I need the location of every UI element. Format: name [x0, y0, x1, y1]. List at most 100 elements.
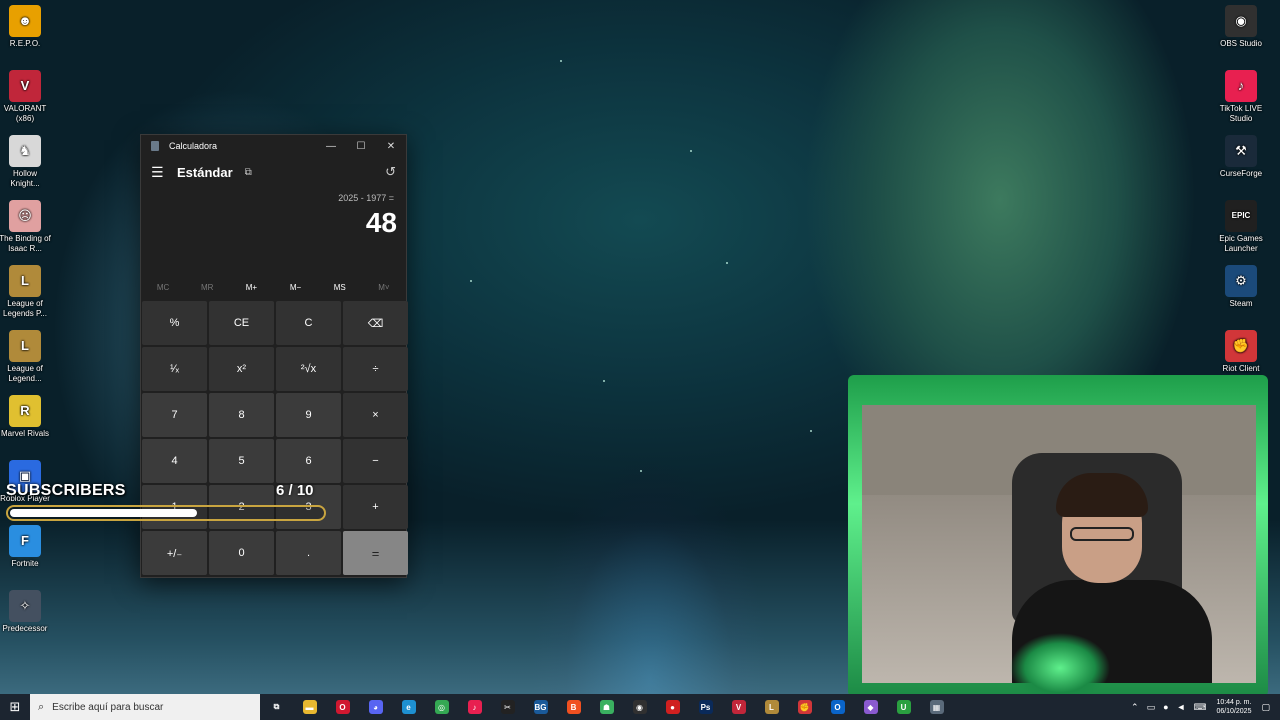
calc-key-button[interactable]: ¹⁄ₓ [142, 347, 207, 391]
calc-key-button[interactable]: ÷ [343, 347, 408, 391]
calculator-mode-title: Estándar [177, 164, 233, 180]
desktop-icon[interactable]: ⚒ CurseForge [1215, 135, 1267, 179]
desktop-icon[interactable]: ♞ Hollow Knight... [0, 135, 51, 189]
calc-key-button[interactable]: ⌫ [343, 301, 408, 345]
record-icon: ● [665, 700, 680, 714]
file-explorer-icon: ▬ [302, 700, 317, 714]
calc-key-button[interactable]: . [276, 531, 341, 575]
taskbar-app-outlook[interactable]: O [821, 694, 854, 720]
league-icon: L [9, 265, 41, 297]
clock[interactable]: 10:44 p. m. 06/10/2025 [1216, 698, 1251, 716]
desktop-icon[interactable]: ☻ R.E.P.O. [0, 5, 51, 49]
desktop-icon[interactable]: F Fortnite [0, 525, 51, 569]
desktop-icon[interactable]: ☹ The Binding of Isaac R... [0, 200, 51, 254]
hamburger-menu-icon[interactable]: ☰ [151, 164, 169, 181]
taskbar-app-tiktok[interactable]: ♪ [458, 694, 491, 720]
desktop-icon[interactable]: V VALORANT (x86) [0, 70, 51, 124]
memory-button[interactable]: MC [143, 283, 183, 292]
chevron-up-icon[interactable]: ⌃ [1131, 702, 1139, 713]
league-icon: L [9, 330, 41, 362]
desktop-icon-label: Predecessor [2, 624, 48, 633]
taskbar-app-copilot[interactable]: ◆ [854, 694, 887, 720]
taskbar-app-file-explorer[interactable]: ▬ [293, 694, 326, 720]
minimize-button[interactable]: — [316, 135, 346, 157]
calc-key-button[interactable]: 8 [209, 393, 274, 437]
notifications-icon[interactable]: ▢ [1261, 702, 1270, 713]
memory-button[interactable]: M+ [231, 283, 271, 292]
taskbar-app-photoshop[interactable]: Ps [689, 694, 722, 720]
calc-key-button[interactable]: x² [209, 347, 274, 391]
taskbar-app-capcut[interactable]: ✂ [491, 694, 524, 720]
desktop-icon[interactable]: L League of Legends P... [0, 265, 51, 319]
taskbar-app-edge[interactable]: e [392, 694, 425, 720]
photoshop-icon: Ps [698, 700, 713, 714]
taskbar-app-upwork[interactable]: U [887, 694, 920, 720]
close-button[interactable]: ✕ [376, 135, 406, 157]
desktop-icon[interactable]: ✧ Predecessor [0, 590, 51, 634]
desktop-icon-label: Riot Client [1222, 364, 1260, 373]
taskbar-app-brave[interactable]: B [557, 694, 590, 720]
calculator-titlebar[interactable]: Calculadora — ☐ ✕ [141, 135, 406, 157]
calc-key-button[interactable]: +/₋ [142, 531, 207, 575]
taskbar-app-android[interactable]: ☗ [590, 694, 623, 720]
desktop-icon[interactable]: EPIC Epic Games Launcher [1215, 200, 1267, 254]
volume-icon[interactable]: ◄ [1177, 702, 1186, 712]
calc-key-button[interactable]: 6 [276, 439, 341, 483]
calc-key-button[interactable]: 4 [142, 439, 207, 483]
taskbar-app-opera[interactable]: O [326, 694, 359, 720]
windows-start-icon[interactable]: ⊞ [0, 694, 30, 720]
marvel-rivals-icon: R [9, 395, 41, 427]
desktop-icon[interactable]: R Marvel Rivals [0, 395, 51, 439]
maximize-button[interactable]: ☐ [346, 135, 376, 157]
valorant-icon: V [731, 700, 746, 714]
discord-icon: ◕ [368, 700, 383, 714]
desktop-icon-label: League of Legends P... [3, 299, 47, 318]
memory-button[interactable]: M− [276, 283, 316, 292]
taskbar-search[interactable]: ⌕ Escribe aquí para buscar [30, 694, 260, 720]
desktop-icon[interactable]: ⚙ Steam [1215, 265, 1267, 309]
network-icon[interactable]: ▭ [1147, 702, 1156, 713]
taskbar-app-chrome[interactable]: ◎ [425, 694, 458, 720]
calc-key-button[interactable]: % [142, 301, 207, 345]
taskbar-app-riot[interactable]: ✊ [788, 694, 821, 720]
calc-key-button[interactable]: ²√x [276, 347, 341, 391]
taskbar-app-valorant[interactable]: V [722, 694, 755, 720]
calc-key-button[interactable]: 5 [209, 439, 274, 483]
hollow-knight-icon: ♞ [9, 135, 41, 167]
calc-key-button[interactable]: = [343, 531, 408, 575]
calc-key-button[interactable]: 9 [276, 393, 341, 437]
subscribers-count: 6 / 10 [276, 482, 314, 499]
calc-key-button[interactable]: 7 [142, 393, 207, 437]
memory-button[interactable]: MS [320, 283, 360, 292]
memory-button[interactable]: M˅ [364, 283, 404, 292]
calculator-icon: ▦ [929, 700, 944, 714]
calc-key-button[interactable]: × [343, 393, 408, 437]
subscribers-progress-fill [10, 509, 197, 517]
subscribers-progress-bar [6, 505, 326, 521]
desktop-icon[interactable]: ♪ TikTok LIVE Studio [1215, 70, 1267, 124]
fortnite-icon: F [9, 525, 41, 557]
taskbar-app-bg[interactable]: BG [524, 694, 557, 720]
taskbar-app-task-view[interactable]: ⧉ [260, 694, 293, 720]
outlook-icon: O [830, 700, 845, 714]
desktop-icon[interactable]: ✊ Riot Client [1215, 330, 1267, 374]
memory-button[interactable]: MR [187, 283, 227, 292]
calc-key-button[interactable]: C [276, 301, 341, 345]
calc-key-button[interactable]: + [343, 485, 408, 529]
curseforge-icon: ⚒ [1225, 135, 1257, 167]
desktop-icon[interactable]: L League of Legend... [0, 330, 51, 384]
taskbar-app-record[interactable]: ● [656, 694, 689, 720]
mic-icon[interactable]: ● [1163, 702, 1168, 712]
desktop-icon[interactable]: ◉ OBS Studio [1215, 5, 1267, 49]
brave-icon: B [566, 700, 581, 714]
calc-key-button[interactable]: − [343, 439, 408, 483]
language-icon[interactable]: ⌨ [1193, 702, 1206, 713]
calc-key-button[interactable]: CE [209, 301, 274, 345]
taskbar-app-discord[interactable]: ◕ [359, 694, 392, 720]
calc-key-button[interactable]: 0 [209, 531, 274, 575]
taskbar-app-calculator[interactable]: ▦ [920, 694, 953, 720]
taskbar-app-league[interactable]: L [755, 694, 788, 720]
history-icon[interactable]: ↺ [385, 164, 396, 180]
taskbar-app-obs[interactable]: ◉ [623, 694, 656, 720]
keep-on-top-icon[interactable]: ⧉ [245, 167, 252, 178]
